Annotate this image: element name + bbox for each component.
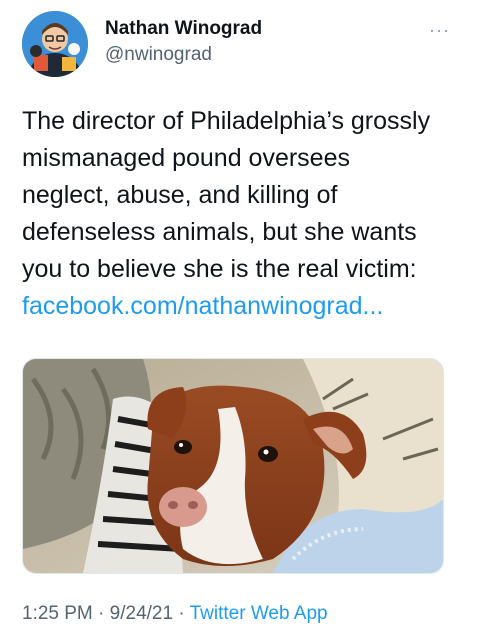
avatar-illustration [22, 11, 88, 77]
video-progress-fill [23, 570, 28, 573]
user-handle[interactable]: @nwinograd [105, 44, 212, 66]
meta-separator: · [173, 603, 190, 624]
dog-photo-image [23, 359, 443, 573]
tweet-time[interactable]: 1:25 PM [22, 603, 93, 624]
tweet-video[interactable] [22, 358, 444, 574]
tweet-date[interactable]: 9/24/21 [110, 603, 173, 624]
display-name[interactable]: Nathan Winograd [105, 18, 262, 40]
tweet-source-link[interactable]: Twitter Web App [190, 603, 328, 624]
tweet-text: The director of Philadelphia’s grossly m… [22, 103, 462, 325]
more-dots-icon[interactable]: ··· [429, 20, 450, 41]
tweet-line: The director of Philadelphia’s grossly [22, 107, 431, 135]
video-progress-bar[interactable] [23, 570, 443, 573]
tweet-line: defenseless animals, but she wants [22, 218, 417, 246]
tweet-link[interactable]: facebook.com/nathanwinograd... [22, 288, 462, 325]
avatar[interactable] [22, 11, 88, 77]
meta-separator: · [92, 603, 110, 624]
tweet-meta: 1:25 PM · 9/24/21 · Twitter Web App [22, 603, 328, 625]
tweet-line: mismanaged pound oversees [22, 144, 350, 172]
tweet-line: you to believe she is the real victim: [22, 255, 417, 283]
tweet-line: neglect, abuse, and killing of [22, 181, 338, 209]
